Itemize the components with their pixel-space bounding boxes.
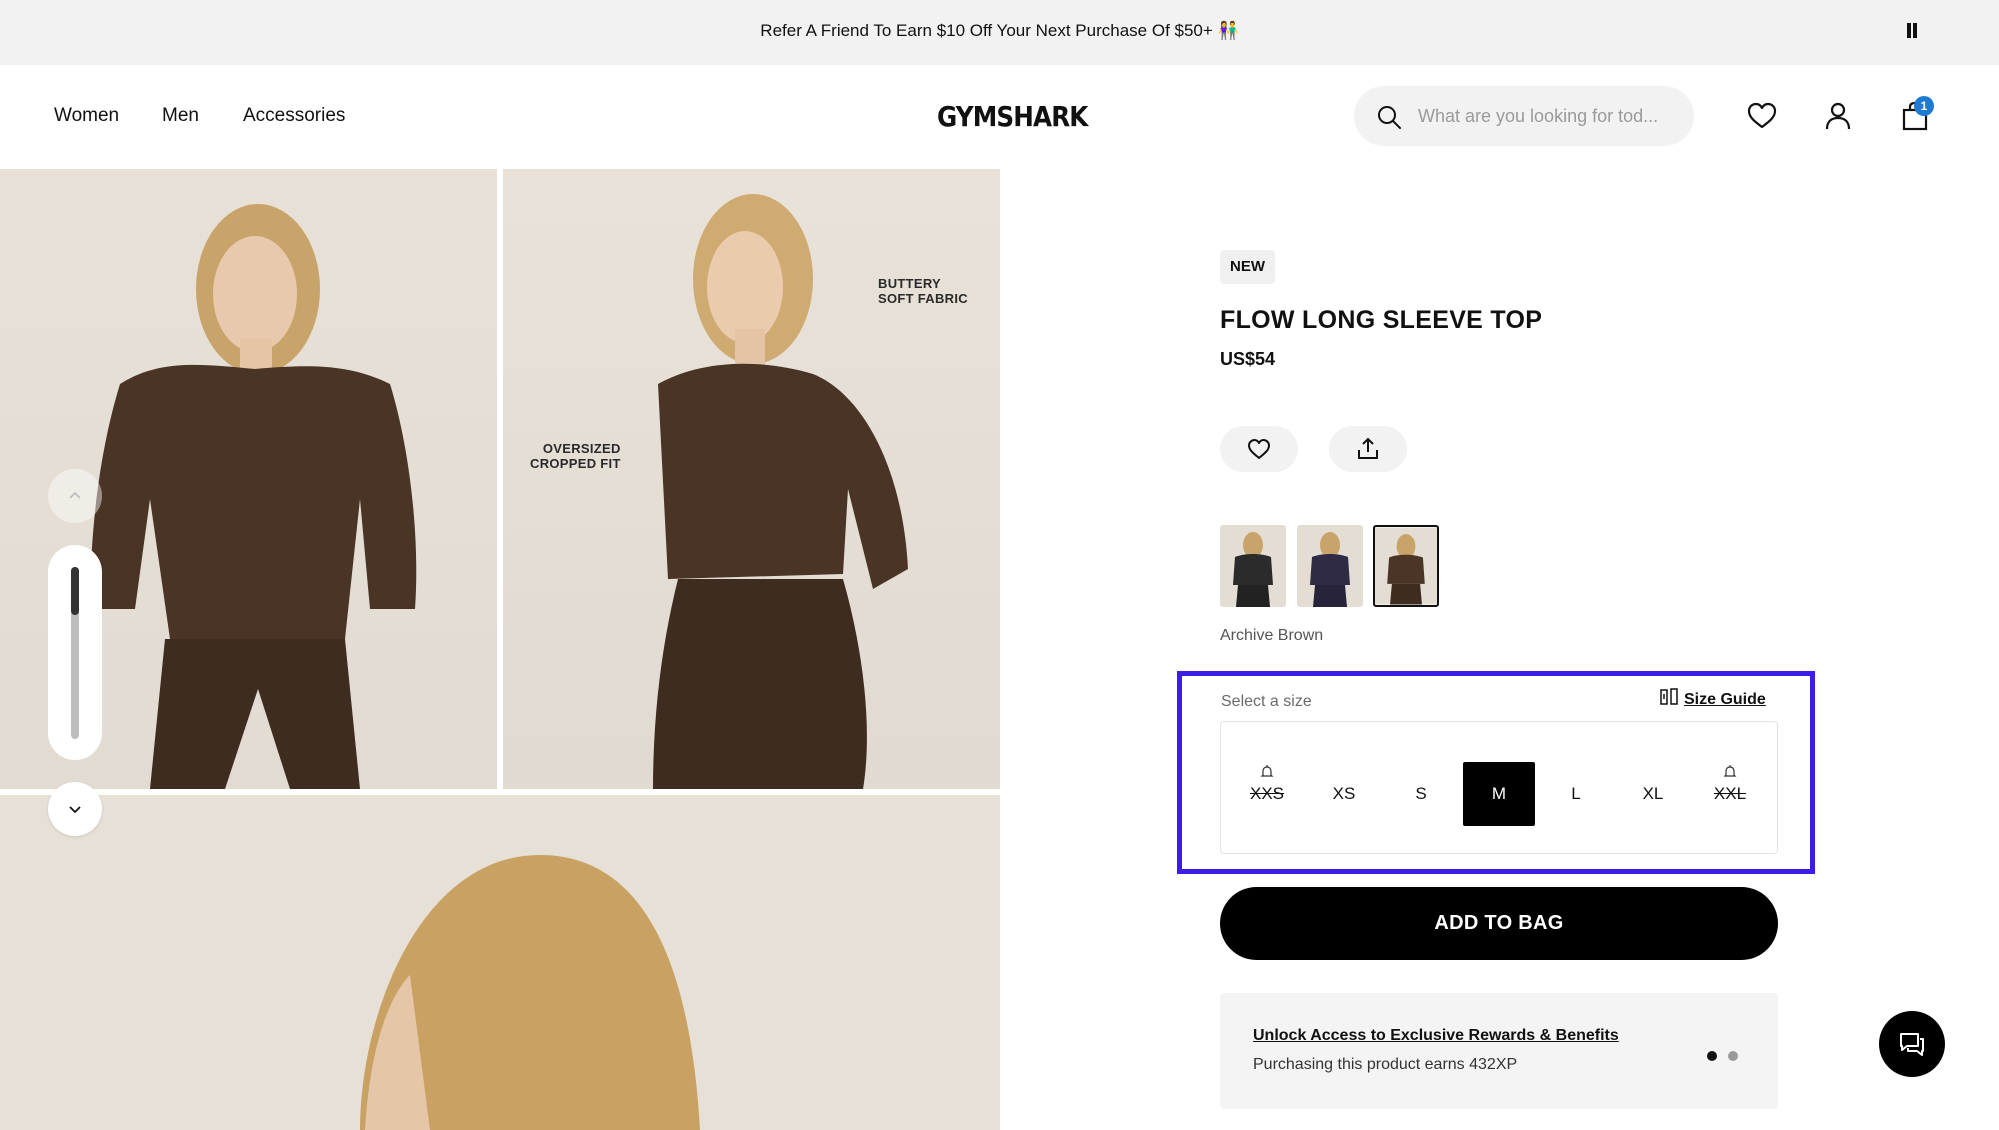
wishlist-heart-icon[interactable]	[1744, 98, 1780, 134]
cart-count-badge: 1	[1914, 96, 1934, 116]
add-to-wishlist-button[interactable]	[1220, 426, 1298, 472]
notify-bell-icon	[1260, 765, 1274, 777]
pause-icon[interactable]	[1903, 22, 1921, 40]
feature-label-fit: OVERSIZED CROPPED FIT	[530, 441, 621, 471]
colour-swatch-navy[interactable]	[1297, 525, 1363, 607]
scrollbar-thumb[interactable]	[71, 567, 79, 615]
announcement-text: Refer A Friend To Earn $10 Off Your Next…	[760, 21, 1239, 40]
size-option-xs[interactable]: XS	[1308, 762, 1380, 826]
new-badge: NEW	[1220, 250, 1275, 284]
thumbnail-scroll-down-button[interactable]	[48, 782, 102, 836]
gymshark-logo[interactable]: GYMSHARK	[937, 100, 1088, 133]
add-to-bag-button[interactable]: ADD TO BAG	[1220, 887, 1778, 960]
selected-colour-name: Archive Brown	[1220, 627, 1324, 644]
nav-men[interactable]: Men	[162, 105, 199, 127]
thumbnail-scroll-up-button[interactable]	[48, 469, 102, 523]
colour-swatch-archive-brown[interactable]	[1373, 525, 1439, 607]
rewards-xp-text: Purchasing this product earns 432XP	[1253, 1056, 1518, 1073]
share-upload-icon	[1358, 437, 1378, 459]
search-input[interactable]	[1418, 100, 1678, 132]
heart-icon	[1248, 439, 1270, 459]
select-size-label: Select a size	[1221, 693, 1312, 710]
feature-label-fabric: BUTTERY SOFT FABRIC	[878, 276, 968, 306]
size-option-xxl[interactable]: XXL	[1694, 762, 1766, 826]
notify-bell-icon	[1723, 765, 1737, 777]
size-option-xl[interactable]: XL	[1617, 762, 1689, 826]
chat-bubble-icon	[1900, 1033, 1924, 1056]
share-button[interactable]	[1329, 426, 1407, 472]
search-bar[interactable]	[1354, 86, 1694, 146]
ruler-icon	[1660, 688, 1678, 705]
product-image-detail[interactable]	[0, 795, 1000, 1130]
product-image-side[interactable]: BUTTERY SOFT FABRIC OVERSIZED CROPPED FI…	[503, 169, 1000, 789]
account-user-icon[interactable]	[1820, 98, 1856, 134]
product-title: FLOW LONG SLEEVE TOP	[1220, 306, 1543, 334]
announcement-bar: Refer A Friend To Earn $10 Off Your Next…	[0, 0, 1999, 65]
site-header: Women Men Accessories GYMSHARK 1	[0, 65, 1999, 169]
size-option-l[interactable]: L	[1540, 762, 1612, 826]
size-options: XXS XS S M L XL XXL	[1220, 721, 1778, 854]
model-side-illustration	[653, 194, 908, 789]
search-icon	[1378, 106, 1401, 129]
carousel-dot-1[interactable]	[1707, 1051, 1717, 1061]
size-option-s[interactable]: S	[1385, 762, 1457, 826]
thumbnail-scrollbar[interactable]	[48, 545, 102, 760]
chevron-up-icon	[69, 491, 81, 499]
carousel-dot-2[interactable]	[1728, 1051, 1738, 1061]
rewards-link[interactable]: Unlock Access to Exclusive Rewards & Ben…	[1253, 1027, 1619, 1045]
size-option-m[interactable]: M	[1463, 762, 1535, 826]
chat-support-button[interactable]	[1879, 1011, 1945, 1077]
nav-accessories[interactable]: Accessories	[243, 105, 345, 127]
colour-swatch-black[interactable]	[1220, 525, 1286, 607]
chevron-down-icon	[69, 806, 81, 814]
product-price: US$54	[1220, 349, 1276, 369]
size-guide-link[interactable]: Size Guide	[1660, 688, 1766, 709]
nav-women[interactable]: Women	[54, 105, 119, 127]
rewards-banner: Unlock Access to Exclusive Rewards & Ben…	[1220, 993, 1778, 1109]
size-option-xxs[interactable]: XXS	[1231, 762, 1303, 826]
model-hair-illustration	[360, 855, 700, 1130]
